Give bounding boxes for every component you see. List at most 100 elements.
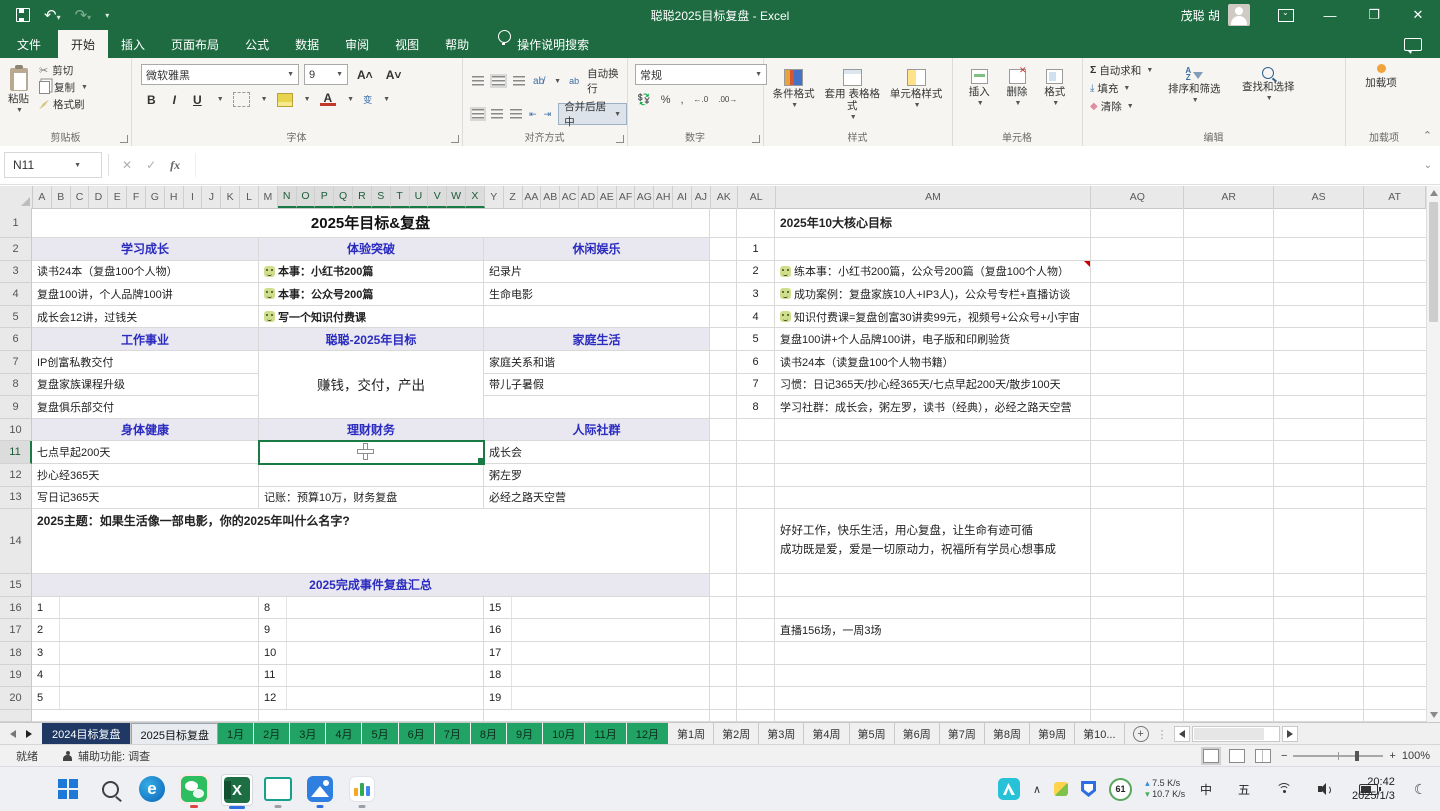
format-as-table-button[interactable]: 套用 表格格式▼ [824, 63, 880, 122]
redo-button[interactable]: ↷▾ [75, 8, 92, 23]
font-dialog-launcher[interactable] [451, 135, 459, 143]
ime-mode-indicator[interactable]: 中 [1200, 781, 1212, 798]
alignment-dialog-launcher[interactable] [616, 135, 624, 143]
shrink-font-button[interactable]: A˅ [382, 68, 406, 82]
font-color-icon[interactable]: A [320, 93, 337, 107]
motto-cell[interactable]: 好好工作，快乐生活，用心复盘，让生命有迹可循 成功既是爱，爱是一切原动力，祝福所… [775, 509, 1091, 574]
empty-cells[interactable] [1091, 238, 1426, 261]
column-header-AD[interactable]: AD [579, 186, 598, 208]
empty-cells[interactable] [1091, 419, 1426, 442]
sheet-tab-month[interactable]: 9月 [507, 723, 542, 745]
cell[interactable]: 17 [484, 642, 710, 665]
cell[interactable]: 复盘俱乐部交付 [32, 396, 259, 419]
cell[interactable]: 16 [484, 619, 710, 642]
cell[interactable]: 3 [32, 642, 259, 665]
empty-cells[interactable] [1091, 208, 1426, 238]
tell-me-search[interactable]: 操作说明搜索 [517, 30, 602, 58]
clock-area[interactable]: 20:422025/1/3 [1352, 767, 1395, 811]
cell[interactable] [259, 464, 484, 487]
select-all-corner[interactable] [0, 186, 33, 208]
cell[interactable] [775, 642, 1091, 665]
empty-cells[interactable] [1091, 464, 1426, 487]
tray-note-app-icon[interactable] [1054, 782, 1068, 796]
tab-data[interactable]: 数据 [282, 30, 332, 58]
italic-button[interactable]: I [169, 93, 180, 107]
delete-cells-button[interactable]: 删除▼ [1007, 63, 1028, 108]
goal-text-cell[interactable]: 读书24本（读复盘100个人物书籍） [775, 351, 1091, 374]
horizontal-scrollbar-track[interactable] [1192, 726, 1280, 742]
summary-header-cell[interactable]: 2025完成事件复盘汇总 [32, 574, 710, 597]
empty-cells[interactable] [1091, 619, 1426, 642]
column-header-S[interactable]: S [372, 186, 391, 208]
cell[interactable] [710, 464, 737, 487]
cell[interactable] [775, 710, 1091, 722]
vertical-scrollbar-thumb[interactable] [1429, 202, 1438, 322]
cell[interactable] [737, 419, 775, 442]
merge-center-button[interactable]: 合并后居中▼ [558, 103, 627, 125]
cell[interactable]: 成长会 [484, 441, 710, 464]
cell[interactable] [710, 306, 737, 329]
enter-icon[interactable]: ✓ [146, 158, 156, 172]
cell[interactable] [710, 238, 737, 261]
wubi-indicator[interactable]: 五 [1238, 781, 1250, 798]
cell[interactable]: 写一个知识付费课 [259, 306, 484, 329]
section-header-cell[interactable]: 工作事业 [32, 328, 259, 351]
goal-text-cell[interactable] [775, 238, 1091, 261]
section-header-cell[interactable]: 学习成长 [32, 238, 259, 261]
cell[interactable]: 纪录片 [484, 261, 710, 284]
column-header-B[interactable]: B [52, 186, 71, 208]
row-header-16[interactable]: 16 [0, 597, 32, 620]
fill-button[interactable]: ⤓填充▼ [1090, 79, 1153, 97]
column-header-Y[interactable]: Y [485, 186, 504, 208]
tab-insert[interactable]: 插入 [108, 30, 158, 58]
goal-number-cell[interactable]: 4 [737, 306, 775, 329]
sheet-tab-month[interactable]: 3月 [290, 723, 325, 745]
column-header-U[interactable]: U [410, 186, 429, 208]
accounting-format-icon[interactable]: 💱 [637, 93, 651, 106]
cell[interactable]: 1 [32, 597, 259, 620]
horizontal-scrollbar[interactable] [1174, 726, 1298, 742]
cell[interactable] [737, 487, 775, 510]
goal-number-cell[interactable]: 8 [737, 396, 775, 419]
section-header-cell[interactable]: 聪聪-2025年目标 [259, 328, 484, 351]
goal-number-cell[interactable]: 7 [737, 374, 775, 397]
empty-cells[interactable] [1091, 574, 1426, 597]
cell[interactable] [775, 464, 1091, 487]
zoom-slider[interactable] [1293, 755, 1383, 757]
autosum-button[interactable]: Σ自动求和▼ [1090, 61, 1153, 79]
cell[interactable] [710, 574, 737, 597]
undo-button[interactable]: ↶▾ [44, 8, 61, 23]
addins-button[interactable]: 加载项 [1361, 58, 1401, 89]
cell[interactable]: 10 [259, 642, 484, 665]
scroll-right-icon[interactable] [1282, 726, 1298, 742]
cell[interactable] [710, 261, 737, 284]
empty-cells[interactable] [1091, 261, 1426, 284]
row-header-14[interactable]: 14 [0, 509, 32, 574]
normal-view-button[interactable] [1203, 749, 1219, 763]
comma-style-icon[interactable]: , [680, 94, 683, 106]
cell[interactable]: 2 [32, 619, 259, 642]
volume-icon[interactable] [1318, 783, 1333, 795]
cell[interactable] [737, 642, 775, 665]
increase-decimal-icon[interactable]: ←.0 [694, 95, 709, 104]
insert-function-icon[interactable]: fx [170, 158, 180, 173]
column-header-I[interactable]: I [184, 186, 203, 208]
row-header-19[interactable]: 19 [0, 665, 32, 688]
sheet-tab-month[interactable]: 7月 [435, 723, 470, 745]
cell[interactable]: 复盘家族课程升级 [32, 374, 259, 397]
cell[interactable] [484, 306, 710, 329]
column-header-J[interactable]: J [202, 186, 221, 208]
empty-cells[interactable] [1091, 283, 1426, 306]
cell[interactable]: 12 [259, 687, 484, 710]
column-header-AE[interactable]: AE [598, 186, 617, 208]
cell[interactable] [710, 283, 737, 306]
grow-font-button[interactable]: A˄ [353, 68, 377, 82]
fill-color-icon[interactable] [277, 93, 293, 107]
cell[interactable] [737, 574, 775, 597]
column-header-P[interactable]: P [315, 186, 334, 208]
cell[interactable]: 11 [259, 665, 484, 688]
align-right-icon[interactable] [510, 109, 522, 119]
column-header-AQ[interactable]: AQ [1091, 186, 1184, 208]
column-header-K[interactable]: K [221, 186, 240, 208]
goal-text-cell[interactable]: 学习社群：成长会，粥左罗，读书（经典），必经之路天空营 [775, 396, 1091, 419]
